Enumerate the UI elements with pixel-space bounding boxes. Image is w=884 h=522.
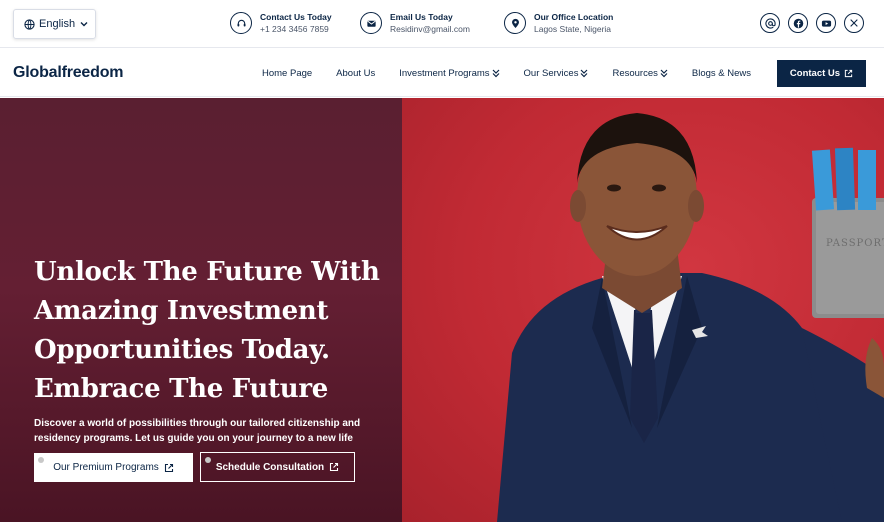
- contact-email: Email Us Today Residinv@gmail.com: [360, 11, 470, 35]
- contact-phone-title: Contact Us Today: [260, 12, 332, 22]
- nav-item-about[interactable]: About Us: [336, 68, 375, 79]
- contact-location: Our Office Location Lagos State, Nigeria: [504, 11, 613, 35]
- headline-line: Amazing Investment: [34, 296, 329, 326]
- hero-headline: Unlock The Future With Amazing Investmen…: [34, 253, 394, 409]
- language-selector[interactable]: English: [13, 9, 96, 39]
- globe-icon: [24, 18, 35, 30]
- contact-email-value[interactable]: Residinv@gmail.com: [390, 23, 470, 35]
- main-navbar: Globalfreedom Home Page About Us Investm…: [0, 49, 884, 97]
- headline-line: Opportunities Today.: [34, 335, 330, 365]
- nav-item-label: Resources: [612, 67, 658, 79]
- headline-line: Embrace The Future: [34, 374, 328, 404]
- external-link-icon: [164, 463, 173, 472]
- smiling-man-with-passport-image: [497, 113, 884, 522]
- external-link-icon: [330, 462, 339, 472]
- facebook-icon[interactable]: [788, 13, 808, 33]
- x-icon[interactable]: [844, 13, 864, 33]
- contact-us-button[interactable]: Contact Us: [777, 60, 866, 87]
- at-sign-icon[interactable]: [760, 13, 780, 33]
- contact-email-title: Email Us Today: [390, 12, 453, 22]
- premium-programs-button[interactable]: Our Premium Programs: [34, 453, 193, 482]
- double-chevron-down-icon: [492, 69, 499, 77]
- nav-item-label: Investment Programs: [399, 67, 490, 79]
- headset-icon: [230, 12, 252, 34]
- button-dot: [205, 457, 211, 463]
- top-bar: English Contact Us Today +1 234 3456 785…: [0, 0, 884, 48]
- button-dot: [38, 457, 44, 463]
- nav-item-label: About Us: [336, 67, 376, 79]
- social-links: [760, 13, 864, 33]
- headline-line: Unlock The Future With: [34, 257, 380, 287]
- nav-item-investment-programs[interactable]: Investment Programs: [399, 68, 499, 79]
- double-chevron-down-icon: [581, 69, 588, 77]
- youtube-icon[interactable]: [816, 13, 836, 33]
- chevron-down-icon: [80, 22, 88, 27]
- hero-section: PASSPORT Unlock The Future With Amazing …: [0, 98, 884, 522]
- premium-programs-label: Our Premium Programs: [53, 462, 159, 473]
- passport-label: PASSPORT: [826, 238, 884, 249]
- site-logo[interactable]: Globalfreedom: [13, 64, 124, 82]
- contact-location-value: Lagos State, Nigeria: [534, 24, 612, 34]
- nav-item-blogs-news[interactable]: Blogs & News: [692, 68, 751, 79]
- nav-item-label: Our Services: [523, 67, 579, 79]
- schedule-consultation-button[interactable]: Schedule Consultation: [200, 452, 355, 482]
- envelope-icon: [360, 12, 382, 34]
- contact-location-title: Our Office Location: [534, 12, 614, 22]
- contact-phone-value[interactable]: +1 234 3456 7859: [260, 23, 332, 35]
- main-nav: Home Page About Us Investment Programs O…: [262, 49, 775, 97]
- language-label: English: [39, 18, 76, 30]
- hero-image: PASSPORT: [402, 98, 884, 522]
- hero-subtext: Discover a world of possibilities throug…: [34, 418, 361, 444]
- nav-item-label: Home Page: [262, 67, 313, 79]
- external-link-icon: [844, 69, 853, 78]
- map-pin-icon: [504, 12, 526, 34]
- nav-item-label: Blogs & News: [691, 67, 752, 79]
- nav-item-resources[interactable]: Resources: [612, 67, 668, 79]
- contact-phone: Contact Us Today +1 234 3456 7859: [230, 11, 332, 35]
- nav-item-services[interactable]: Our Services: [524, 68, 589, 79]
- contact-us-label: Contact Us: [789, 68, 841, 79]
- double-chevron-down-icon: [660, 69, 668, 77]
- schedule-consultation-label: Schedule Consultation: [215, 461, 325, 473]
- nav-item-home[interactable]: Home Page: [262, 68, 312, 79]
